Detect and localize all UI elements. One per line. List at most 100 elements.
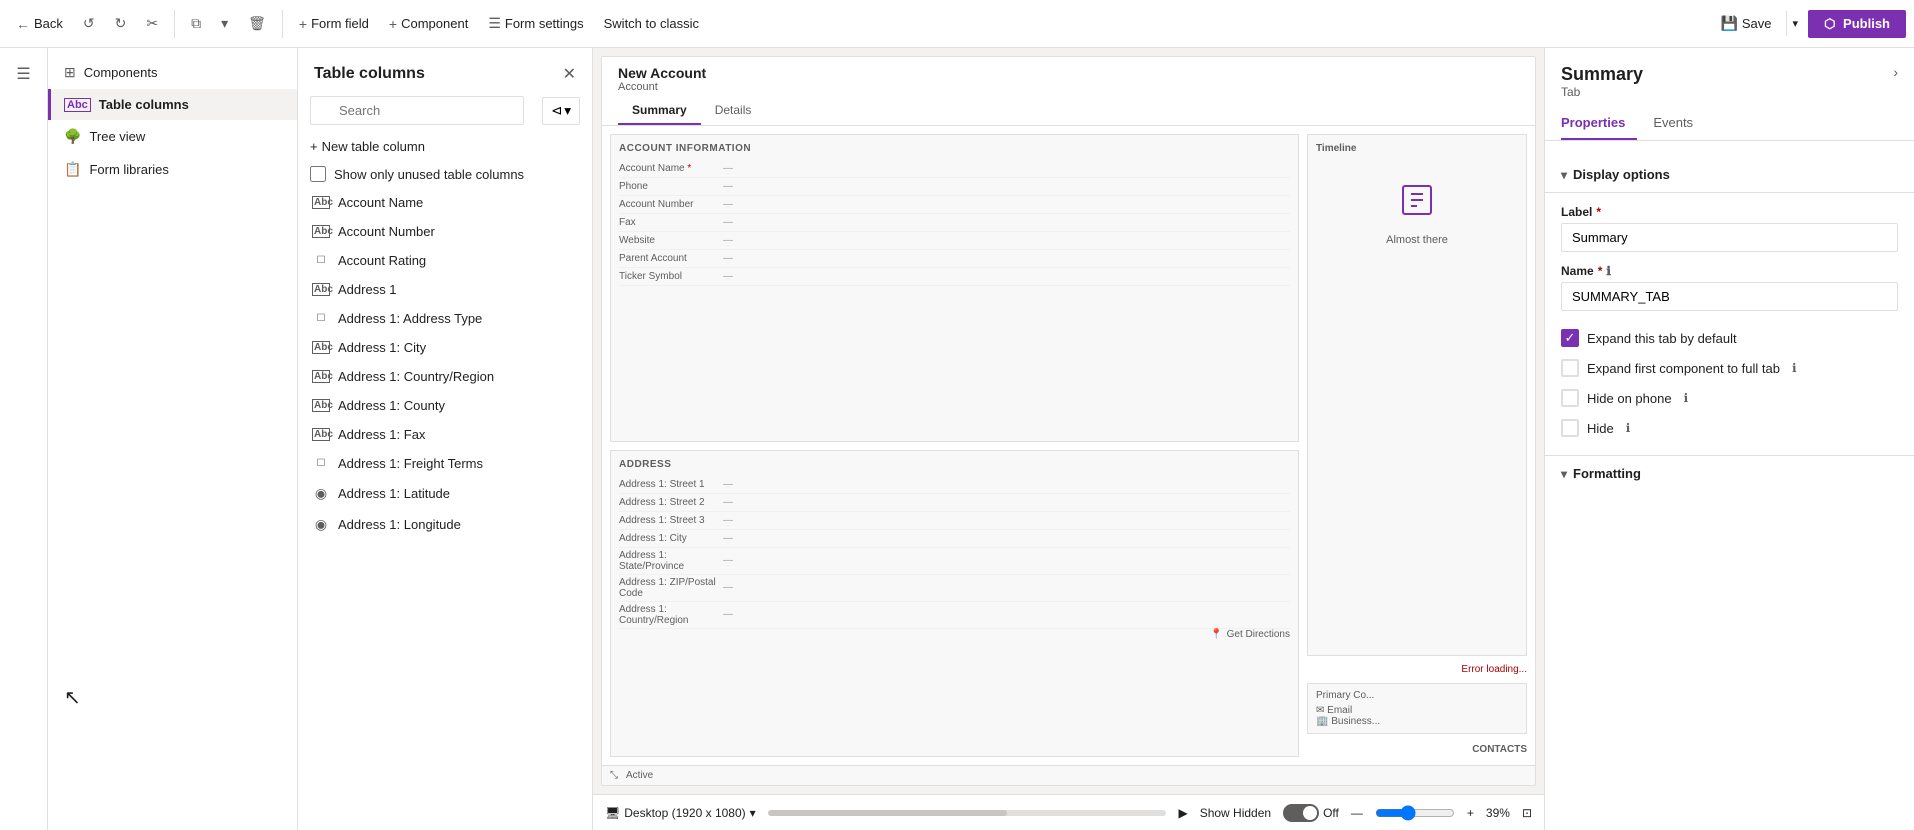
tc-close-button[interactable]: ✕ [563, 64, 576, 84]
copy-icon: ⧉ [191, 15, 201, 32]
toggle-track[interactable] [1283, 804, 1319, 822]
back-button[interactable]: ← Back [8, 12, 71, 36]
dropdown-button[interactable]: ▾ [213, 11, 236, 36]
form-title: New Account [618, 65, 1519, 81]
hide-info-icon[interactable]: ℹ [1626, 421, 1631, 435]
horizontal-scrollbar[interactable] [768, 810, 1167, 816]
formatting-header[interactable]: ▾ Formatting [1561, 456, 1898, 491]
form-settings-button[interactable]: ☰ Form settings [480, 11, 591, 36]
label-input[interactable] [1561, 223, 1898, 252]
cut-button[interactable]: ✂ [138, 11, 166, 36]
hide-phone-row[interactable]: Hide on phone ℹ [1561, 383, 1898, 413]
name-field: Name * ℹ [1561, 264, 1898, 311]
switch-classic-button[interactable]: Switch to classic [596, 12, 707, 35]
field-name: Address 1: Latitude [338, 486, 450, 501]
spacer [1561, 193, 1898, 205]
almost-there-text: Almost there [1386, 234, 1448, 246]
list-item[interactable]: Abc Account Number [298, 217, 592, 246]
field-name: Address 1: Longitude [338, 517, 461, 532]
list-item[interactable]: Abc Address 1: Fax [298, 420, 592, 449]
list-item[interactable]: Abc Account Name [298, 188, 592, 217]
expand-full-info-icon[interactable]: ℹ [1792, 361, 1797, 375]
field-value: — [719, 478, 1290, 491]
expand-full-row[interactable]: Expand first component to full tab ℹ [1561, 353, 1898, 383]
list-item[interactable]: Abc Address 1: County [298, 391, 592, 420]
fit-to-screen-button[interactable]: ⊡ [1522, 806, 1532, 820]
tab-events[interactable]: Events [1653, 107, 1705, 140]
hamburger-menu-button[interactable]: ☰ [6, 56, 42, 92]
tab-properties[interactable]: Properties [1561, 107, 1637, 140]
search-input[interactable] [310, 96, 524, 125]
show-unused-checkbox-row[interactable]: Show only unused table columns [298, 160, 592, 188]
form-subtitle: Account [618, 81, 1519, 93]
field-name: Address 1: Fax [338, 427, 425, 442]
add-component-button[interactable]: + Component [381, 12, 476, 36]
hide-phone-info-icon[interactable]: ℹ [1684, 391, 1689, 405]
list-item[interactable]: Abc Address 1: Country/Region [298, 362, 592, 391]
display-options-label: Display options [1573, 167, 1670, 182]
add-form-field-button[interactable]: + Form field [291, 12, 377, 36]
list-item[interactable]: ☐ Account Rating [298, 246, 592, 275]
hide-row[interactable]: Hide ℹ [1561, 413, 1898, 443]
table-columns-label: Table columns [99, 97, 189, 112]
almost-there-box: Almost there [1316, 154, 1518, 274]
required-star: * [1596, 205, 1601, 219]
delete-button[interactable]: 🗑 [240, 11, 274, 36]
expand-tab-checkbox[interactable]: ✓ [1561, 329, 1579, 347]
list-item[interactable]: Abc Address 1 [298, 275, 592, 304]
new-table-column-button[interactable]: + New table column [298, 133, 592, 160]
new-column-label: New table column [322, 139, 425, 154]
copy-button[interactable]: ⧉ [183, 11, 209, 36]
components-icon: ⊞ [64, 64, 76, 81]
sidebar-item-form-libraries[interactable]: 📋 Form libraries [48, 153, 297, 186]
field-type-icon: Abc [312, 283, 330, 296]
zoom-label: 39% [1486, 806, 1510, 820]
rp-tabs: Properties Events [1545, 107, 1914, 141]
rp-chevron-button[interactable]: › [1893, 64, 1898, 80]
show-hidden-label: Show Hidden [1200, 806, 1271, 820]
form-footer: ⤡ Active [602, 765, 1535, 785]
desktop-selector-button[interactable]: 🖥 Desktop (1920 x 1080) ▾ [605, 806, 756, 820]
get-directions[interactable]: 📍 Get Directions [619, 629, 1290, 640]
tab-details[interactable]: Details [701, 97, 766, 125]
list-item[interactable]: ☐ Address 1: Freight Terms [298, 449, 592, 478]
sidebar-item-components[interactable]: ⊞ Components [48, 56, 297, 89]
undo-button[interactable]: ↺ [75, 11, 103, 36]
show-unused-checkbox[interactable] [310, 166, 326, 182]
field-value: — [719, 532, 1290, 545]
field-type-icon: ☐ [312, 255, 330, 266]
expand-full-checkbox[interactable] [1561, 359, 1579, 377]
sidebar-item-table-columns[interactable]: Abc Table columns [48, 89, 297, 120]
table-columns-panel: Table columns ✕ 🔍 ⊲ ▾ + New table column… [298, 48, 593, 830]
publish-button[interactable]: ⬡ Publish [1808, 10, 1906, 38]
name-input[interactable] [1561, 282, 1898, 311]
hide-label: Hide [1587, 421, 1614, 436]
filter-button[interactable]: ⊲ ▾ [542, 97, 580, 125]
list-item[interactable]: ◉ Address 1: Longitude [298, 509, 592, 540]
tab-summary[interactable]: Summary [618, 97, 701, 125]
hide-phone-checkbox[interactable] [1561, 389, 1579, 407]
desktop-chevron-icon: ▾ [750, 806, 756, 820]
save-dropdown-button[interactable]: ▾ [1786, 11, 1805, 36]
display-options-header[interactable]: ▾ Display options [1561, 157, 1898, 192]
field-name: Account Number [338, 224, 435, 239]
form-left-column: ACCOUNT INFORMATION Account Name * — Pho… [610, 134, 1299, 757]
name-info-icon[interactable]: ℹ [1606, 264, 1611, 278]
cursor-indicator: ↖ [64, 685, 81, 710]
back-icon: ← [16, 16, 30, 32]
zoom-slider[interactable] [1375, 805, 1455, 821]
list-item[interactable]: ◉ Address 1: Latitude [298, 478, 592, 509]
show-hidden-toggle[interactable]: Off [1283, 804, 1339, 822]
list-item[interactable]: ☐ Address 1: Address Type [298, 304, 592, 333]
hide-checkbox[interactable] [1561, 419, 1579, 437]
redo-button[interactable]: ↻ [107, 11, 135, 36]
sidebar-item-tree-view[interactable]: 🌳 Tree view [48, 120, 297, 153]
expand-tab-row[interactable]: ✓ Expand this tab by default [1561, 323, 1898, 353]
zoom-plus-icon: + [1467, 806, 1474, 820]
save-button[interactable]: 💾 Save [1710, 9, 1781, 38]
toolbar-divider-1 [174, 10, 175, 38]
list-item[interactable]: Abc Address 1: City [298, 333, 592, 362]
undo-icon: ↺ [83, 15, 95, 32]
back-label: Back [34, 16, 63, 31]
field-value: — [719, 180, 1290, 193]
